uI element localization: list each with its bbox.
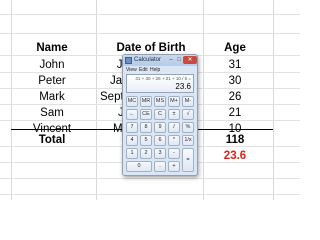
calc-key[interactable]: C: [154, 109, 166, 120]
average-value[interactable]: 23.6: [200, 148, 270, 164]
calc-key[interactable]: √: [182, 109, 194, 120]
cell-name[interactable]: Sam: [10, 105, 94, 121]
calc-key[interactable]: +: [168, 161, 180, 172]
title-bar[interactable]: Calculator – □ ✕: [123, 55, 197, 66]
calc-key[interactable]: -: [168, 148, 180, 159]
grid-line: [273, 0, 274, 200]
keypad: MC MR MS M+ M- ← CE C ± √ 7 8 9/% 4 5 6 * 1/x 1 2 3- = 0. +: [126, 96, 196, 174]
calc-key[interactable]: 0: [126, 161, 152, 172]
maximize-button[interactable]: □: [175, 56, 183, 64]
calc-key[interactable]: M+: [168, 96, 180, 107]
menu-help[interactable]: Help: [150, 66, 160, 74]
grid-line: [0, 194, 300, 195]
calc-key[interactable]: M-: [182, 96, 194, 107]
calc-key[interactable]: =: [182, 148, 194, 172]
calc-key[interactable]: 6: [154, 135, 166, 146]
calculator-display: 31 + 30 + 26 + 21 + 10 / 5 = 23.6: [126, 74, 194, 93]
calc-key[interactable]: 1: [126, 148, 138, 159]
cell-age[interactable]: 31: [200, 57, 270, 73]
cell-name[interactable]: Peter: [10, 73, 94, 89]
calc-key[interactable]: 3: [154, 148, 166, 159]
cell-dob[interactable]: Sept: [100, 89, 124, 105]
cell-age[interactable]: 21: [200, 105, 270, 121]
cell-age[interactable]: 30: [200, 73, 270, 89]
calc-key[interactable]: 9: [154, 122, 166, 133]
calculator-icon: [125, 57, 132, 64]
close-button[interactable]: ✕: [183, 56, 197, 64]
calc-key[interactable]: 2: [140, 148, 152, 159]
calc-key[interactable]: /: [168, 122, 180, 133]
window-title: Calculator: [134, 57, 162, 63]
menu-bar: View Edit Help: [123, 66, 197, 74]
calc-key[interactable]: 1/x: [182, 135, 194, 146]
calc-key[interactable]: MS: [154, 96, 166, 107]
calc-key[interactable]: .: [154, 161, 166, 172]
calc-key[interactable]: MR: [140, 96, 152, 107]
calculator-window[interactable]: Calculator – □ ✕ View Edit Help 31 + 30 …: [122, 54, 198, 176]
calc-key[interactable]: CE: [140, 109, 152, 120]
grid-line: [0, 178, 300, 179]
minimize-button[interactable]: –: [167, 56, 175, 64]
calc-key[interactable]: MC: [126, 96, 138, 107]
calc-key[interactable]: 7: [126, 122, 138, 133]
header-age[interactable]: Age: [200, 40, 270, 56]
calc-key[interactable]: *: [168, 135, 180, 146]
header-name[interactable]: Name: [10, 40, 94, 56]
calc-key[interactable]: %: [182, 122, 194, 133]
grid-line: [96, 0, 97, 200]
grid-line: [0, 14, 300, 15]
cell-name[interactable]: John: [10, 57, 94, 73]
menu-view[interactable]: View: [126, 66, 137, 74]
total-sum[interactable]: 118: [200, 132, 270, 148]
menu-edit[interactable]: Edit: [139, 66, 148, 74]
calc-key[interactable]: 8: [140, 122, 152, 133]
calc-key[interactable]: ±: [168, 109, 180, 120]
total-label[interactable]: Total: [10, 132, 94, 148]
calc-key[interactable]: ←: [126, 109, 138, 120]
cell-age[interactable]: 26: [200, 89, 270, 105]
calc-key[interactable]: 5: [140, 135, 152, 146]
cell-name[interactable]: Mark: [10, 89, 94, 105]
grid-line: [0, 33, 300, 34]
display-result: 23.6: [175, 82, 191, 91]
calc-key[interactable]: 4: [126, 135, 138, 146]
